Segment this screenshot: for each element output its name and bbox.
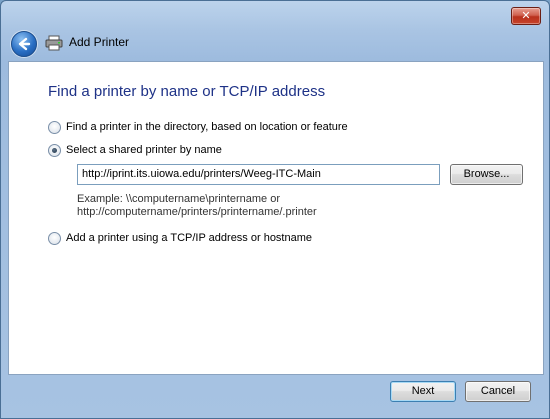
option-shared-printer[interactable]: Select a shared printer by name (48, 142, 222, 158)
close-icon: ✕ (521, 9, 531, 22)
close-button[interactable]: ✕ (511, 7, 541, 25)
radio-directory[interactable] (48, 120, 61, 134)
add-printer-window: ✕ Add Printer Find a printer by name or … (0, 0, 550, 419)
example-text: Example: \\computername\printername or h… (77, 193, 317, 219)
next-button[interactable]: Next (390, 381, 456, 402)
radio-shared-printer[interactable] (48, 143, 61, 157)
example-line-2: http://computername/printers/printername… (77, 206, 317, 218)
wizard-header: Add Printer (9, 31, 541, 57)
option-tcpip-label: Add a printer using a TCP/IP address or … (66, 232, 313, 244)
browse-button[interactable]: Browse... (450, 164, 523, 185)
option-tcpip[interactable]: Add a printer using a TCP/IP address or … (48, 230, 312, 246)
option-directory[interactable]: Find a printer in the directory, based o… (48, 119, 348, 135)
radio-tcpip[interactable] (48, 231, 61, 245)
option-shared-printer-label: Select a shared printer by name (66, 144, 222, 156)
example-line-1: Example: \\computername\printername or (77, 193, 280, 205)
option-directory-label: Find a printer in the directory, based o… (66, 121, 348, 133)
wizard-page: Find a printer by name or TCP/IP address… (8, 61, 544, 375)
cancel-button[interactable]: Cancel (465, 381, 531, 402)
page-heading: Find a printer by name or TCP/IP address (48, 83, 326, 100)
printer-icon (45, 35, 63, 51)
back-button[interactable] (11, 31, 37, 57)
shared-printer-input[interactable]: http://iprint.its.uiowa.edu/printers/Wee… (77, 164, 440, 185)
window-title: Add Printer (69, 35, 130, 49)
back-arrow-icon (18, 37, 31, 51)
